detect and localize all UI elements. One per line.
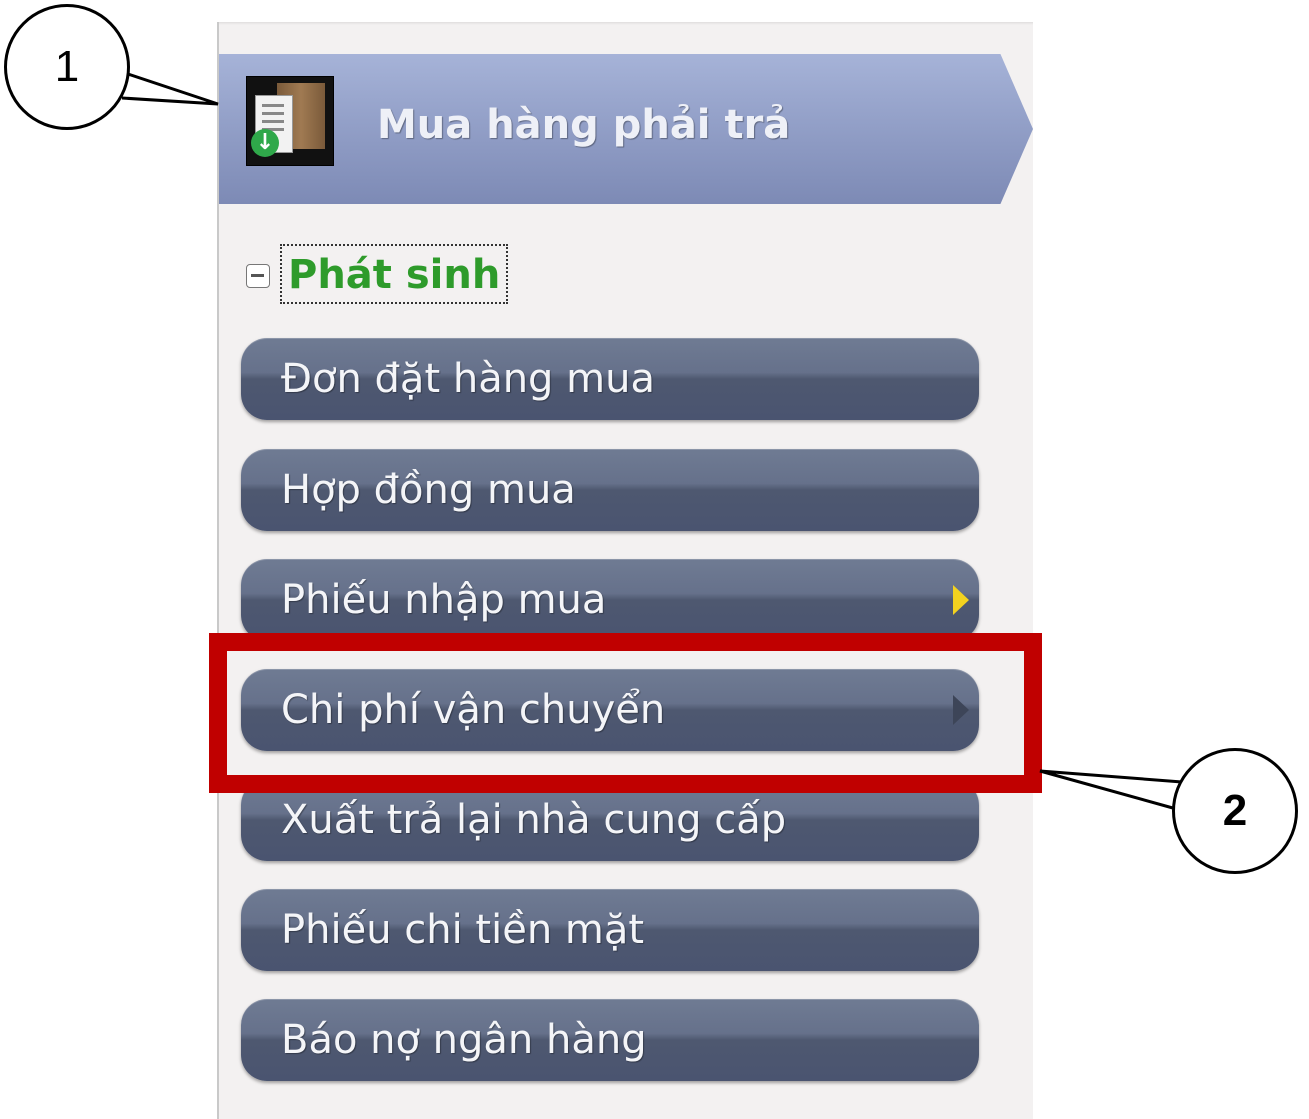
highlight-box: [209, 633, 1042, 793]
module-title: Mua hàng phải trả: [377, 102, 791, 148]
menu-item-label: Phiếu chi tiền mặt: [281, 907, 645, 953]
menu-item-label: Hợp đồng mua: [281, 467, 576, 513]
group-label[interactable]: Phát sinh: [280, 244, 509, 304]
download-arrow-icon: ↓: [251, 129, 279, 157]
callout-1: 1: [4, 4, 130, 130]
menu-item-label: Phiếu nhập mua: [281, 577, 607, 623]
callout-2: 2: [1172, 748, 1298, 874]
panel-top-border: [219, 22, 1033, 25]
menu-item-phieu-chi-tien-mat[interactable]: Phiếu chi tiền mặt: [241, 889, 979, 971]
menu-item-bao-no-ngan-hang[interactable]: Báo nợ ngân hàng: [241, 999, 979, 1081]
collapse-icon[interactable]: [246, 264, 270, 288]
menu-item-don-dat-hang-mua[interactable]: Đơn đặt hàng mua: [241, 338, 979, 420]
callout-2-leader: [1039, 769, 1183, 812]
callout-1-leader: [121, 70, 219, 106]
purchase-documents-icon: ↓: [246, 76, 334, 166]
menu-item-phieu-nhap-mua[interactable]: Phiếu nhập mua: [241, 559, 979, 641]
menu-item-label: Đơn đặt hàng mua: [281, 356, 655, 402]
menu-item-label: Báo nợ ngân hàng: [281, 1017, 647, 1063]
menu-item-hop-dong-mua[interactable]: Hợp đồng mua: [241, 449, 979, 531]
module-header[interactable]: ↓ Mua hàng phải trả: [219, 54, 1033, 204]
navigation-panel: ↓ Mua hàng phải trả Phát sinh Đơn đặt hà…: [217, 22, 1033, 1119]
submenu-arrow-icon: [953, 585, 969, 615]
